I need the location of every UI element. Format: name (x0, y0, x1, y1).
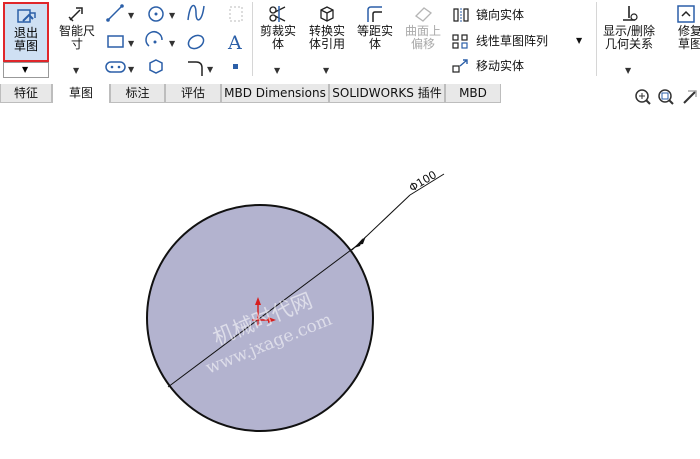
mirror-icon (453, 8, 469, 22)
tab-mbd-dimensions[interactable]: MBD Dimensions (221, 84, 329, 103)
convert-label: 转换实体引用 (308, 24, 345, 51)
mirror-label: 镜向实体 (476, 8, 525, 22)
tab-mbd[interactable]: MBD (445, 84, 501, 103)
svg-text:▼: ▼ (169, 11, 176, 20)
move-label: 移动实体 (476, 59, 525, 73)
offset-label: 等距实体 (356, 24, 393, 51)
display-relations-label: 显示/删除几何关系 (602, 24, 656, 51)
tab-sketch[interactable]: 草图 (52, 84, 110, 103)
svg-text:▼: ▼ (207, 65, 214, 74)
sketch-canvas[interactable]: Φ100 (0, 104, 700, 459)
arc-tool-icon[interactable] (145, 31, 163, 47)
display-relations-button[interactable]: 显示/删除几何关系 (598, 2, 660, 51)
spline-tool-icon[interactable] (187, 4, 205, 21)
command-manager-tabs: 特征 草图 标注 评估 MBD Dimensions SOLIDWORKS 插件… (0, 84, 700, 104)
offset-entities-icon (367, 6, 382, 22)
repair-sketch-icon (677, 5, 695, 23)
sketch-tools-grid: ▼ ▼ ▼ ▼ A ▼ ▼ (105, 4, 243, 76)
command-manager-ribbon: 退出草图 ▼ 智能尺寸 ▼ ▼ ▼ ▼ ▼ A ▼ ▼ 剪裁实体 ▼ 转换实体引… (0, 0, 700, 84)
rectangle-tool-icon[interactable] (107, 35, 124, 48)
exit-sketch-label: 退出草图 (13, 26, 38, 53)
polygon-tool-icon[interactable] (149, 59, 163, 74)
line-tool-icon[interactable] (106, 4, 124, 22)
display-relations-icon (623, 6, 638, 21)
exit-sketch-dropdown[interactable]: ▼ (3, 62, 49, 78)
move-icon (452, 59, 468, 73)
trim-caret[interactable]: ▼ (274, 66, 280, 75)
slot-tool-icon[interactable] (105, 61, 126, 73)
svg-text:▼: ▼ (169, 39, 176, 48)
exit-sketch-icon (17, 9, 36, 23)
smart-dimension-caret[interactable]: ▼ (73, 66, 79, 75)
linear-pattern-icon (452, 34, 468, 49)
convert-entities-button[interactable]: 转换实体引用 (303, 2, 351, 51)
surface-offset-label: 曲面上偏移 (404, 24, 441, 51)
previous-view-icon[interactable] (683, 90, 697, 104)
repair-sketch-button[interactable]: 修复草图 (664, 2, 700, 51)
convert-entities-icon (320, 6, 334, 22)
surface-offset-icon (414, 7, 433, 22)
point-tool-icon[interactable] (233, 64, 238, 69)
graphics-area[interactable]: Φ100 机械时代网 www.jxage.com (0, 89, 700, 459)
smart-dimension-icon (68, 7, 83, 22)
trim-label: 剪裁实体 (259, 24, 296, 51)
tab-features[interactable]: 特征 (0, 84, 52, 103)
convert-caret[interactable]: ▼ (323, 66, 329, 75)
linear-pattern-caret[interactable]: ▼ (576, 31, 582, 51)
svg-text:▼: ▼ (128, 65, 135, 74)
svg-text:▼: ▼ (128, 39, 135, 48)
surface-offset-button[interactable]: 曲面上偏移 (400, 2, 446, 51)
tab-solidworks-addins[interactable]: SOLIDWORKS 插件 (329, 84, 445, 103)
trim-entities-button[interactable]: 剪裁实体 (255, 2, 301, 51)
tab-markup[interactable]: 标注 (110, 84, 165, 103)
circle-tool-icon[interactable] (148, 6, 164, 22)
trim-icon (269, 6, 286, 22)
offset-entities-button[interactable]: 等距实体 (352, 2, 398, 51)
ribbon-separator (596, 2, 597, 76)
dimension-label[interactable]: Φ100 (407, 168, 439, 194)
smart-dimension-label: 智能尺寸 (58, 24, 95, 51)
repair-sketch-label: 修复草图 (677, 24, 700, 51)
zoom-to-fit-icon[interactable] (635, 89, 651, 105)
smart-dimension-button[interactable]: 智能尺寸 (54, 2, 100, 51)
linear-pattern-label: 线性草图阵列 (476, 34, 549, 48)
zoom-to-area-icon[interactable] (658, 89, 674, 105)
svg-text:▼: ▼ (128, 11, 135, 20)
ribbon-separator (252, 2, 253, 76)
display-relations-caret[interactable]: ▼ (625, 66, 631, 75)
fillet-tool-icon[interactable] (188, 61, 203, 76)
point-grid-icon[interactable] (229, 6, 243, 22)
tab-evaluate[interactable]: 评估 (165, 84, 221, 103)
ellipse-tool-icon[interactable] (186, 33, 206, 51)
text-tool-icon[interactable]: A (227, 32, 242, 54)
exit-sketch-button[interactable]: 退出草图 (3, 2, 49, 62)
